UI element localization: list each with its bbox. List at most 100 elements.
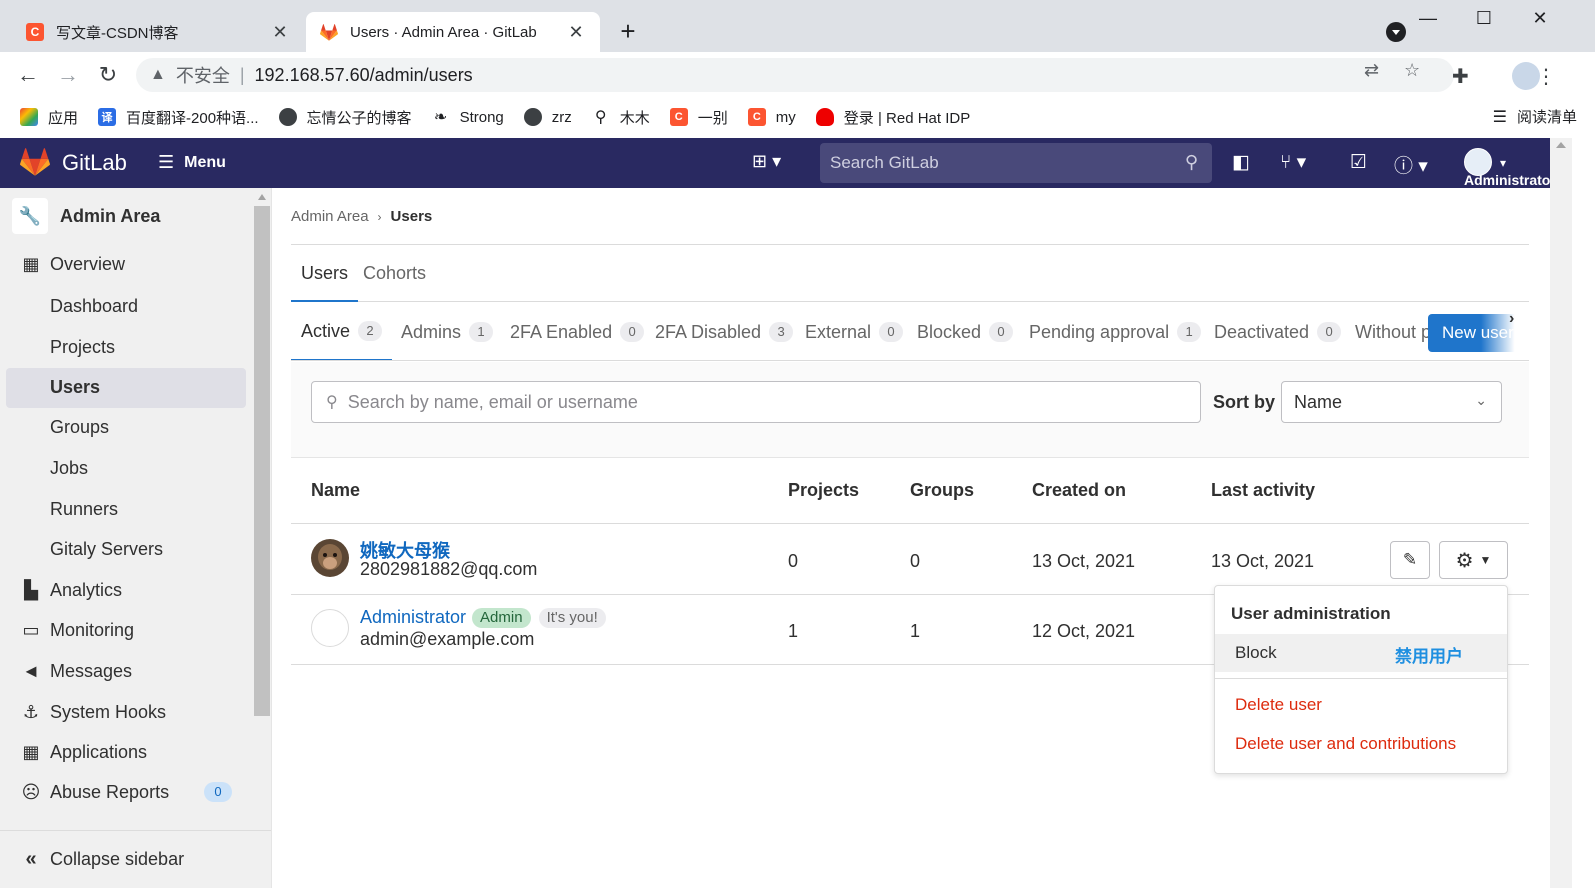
filter-tab-pending-approval[interactable]: Pending approval 1	[1029, 303, 1202, 360]
avatar	[311, 539, 349, 577]
scroll-right-chevron-icon[interactable]: ›	[1509, 310, 1514, 328]
bookmark-item[interactable]: 译 百度翻译-200种语...	[98, 107, 259, 128]
applications-icon: ▦	[22, 742, 40, 762]
sidebar-item-projects[interactable]: Projects	[50, 337, 115, 358]
user-settings-dropdown-button[interactable]: ⚙ ▼	[1439, 541, 1508, 579]
page-scrollbar[interactable]	[1550, 138, 1572, 888]
sidebar-item-abuse-reports[interactable]: ☹ Abuse Reports	[20, 782, 169, 803]
merge-requests-icon[interactable]: ⑂ ▾	[1280, 151, 1306, 174]
block-user-item[interactable]: Block	[1215, 634, 1507, 672]
gitlab-logo-icon[interactable]	[20, 148, 50, 176]
hook-icon: ⚓	[22, 702, 40, 722]
todos-icon[interactable]: ☑	[1350, 151, 1367, 174]
bookmark-item[interactable]: 应用	[20, 107, 78, 128]
more-menu-icon[interactable]: ⋮	[1536, 64, 1556, 89]
close-tab-icon[interactable]: ✕	[566, 22, 586, 43]
user-name-link[interactable]: Administrator Admin It's you!	[360, 607, 606, 628]
reload-icon[interactable]: ↻	[94, 62, 122, 88]
delete-user-contributions-item[interactable]: Delete user and contributions	[1215, 725, 1507, 763]
bookmark-item[interactable]: C 一别	[669, 107, 728, 128]
bookmark-item[interactable]: zrz	[523, 108, 572, 126]
bookmark-item[interactable]: 登录 | Red Hat IDP	[815, 107, 970, 128]
translate-icon[interactable]: ⇄	[1364, 60, 1379, 81]
menu-button[interactable]: ☰ Menu	[158, 152, 226, 173]
sidebar-item-runners[interactable]: Runners	[50, 499, 118, 520]
sidebar-item-groups[interactable]: Groups	[50, 417, 109, 438]
reading-list[interactable]: ☰ 阅读清单	[1493, 106, 1577, 127]
filter-tab-active[interactable]: Active 2	[291, 303, 393, 360]
sidebar-item-gitaly-servers[interactable]: Gitaly Servers	[50, 539, 163, 560]
collapse-sidebar-button[interactable]: « Collapse sidebar	[0, 830, 271, 888]
breadcrumb-current[interactable]: Users	[391, 208, 433, 225]
bookmark-item[interactable]: ⚲ 木木	[592, 107, 650, 128]
browser-tab-csdn[interactable]: C 写文章-CSDN博客 ✕	[12, 12, 304, 52]
gitlab-navbar: GitLab ☰ Menu ⊞ ▾ Search GitLab ⚲ ◧ ⑂ ▾ …	[0, 138, 1572, 188]
sort-by-select[interactable]: Name ⌄	[1281, 381, 1502, 423]
sidebar-item-users[interactable]: Users	[50, 377, 100, 398]
close-window-icon[interactable]: ✕	[1520, 8, 1560, 29]
gitlab-brand[interactable]: GitLab	[62, 150, 127, 176]
sidebar-scroll-thumb[interactable]	[254, 206, 270, 716]
sidebar-active-highlight	[6, 368, 246, 408]
filter-tab-admins[interactable]: Admins 1	[401, 303, 494, 360]
forward-icon[interactable]: →	[54, 62, 82, 88]
edit-user-button[interactable]: ✎	[1390, 541, 1430, 579]
help-icon[interactable]: ⓘ ▾	[1394, 151, 1428, 178]
close-tab-icon[interactable]: ✕	[270, 22, 290, 43]
filter-tab-blocked[interactable]: Blocked 0	[917, 303, 1014, 360]
bookmark-star-icon[interactable]: ☆	[1404, 60, 1420, 81]
address-bar[interactable]: ▲ 不安全 | 192.168.57.60/admin/users	[136, 58, 1454, 92]
chevron-down-icon[interactable]: ▾	[1500, 156, 1506, 170]
delete-user-item[interactable]: Delete user	[1215, 686, 1507, 724]
extensions-icon[interactable]: ✚	[1452, 64, 1469, 89]
maximize-icon[interactable]: ☐	[1464, 8, 1504, 29]
sidebar-scrollbar[interactable]	[254, 188, 270, 830]
sidebar-context-header[interactable]: 🔧 Admin Area	[12, 198, 160, 234]
sidebar-item-jobs[interactable]: Jobs	[50, 458, 88, 479]
block-annotation: 禁用用户	[1395, 647, 1463, 666]
monitor-icon: ▭	[22, 620, 40, 640]
sidebar-item-monitoring[interactable]: ▭ Monitoring	[20, 620, 134, 641]
count-badge: 0	[989, 322, 1014, 342]
tab-cohorts[interactable]: Cohorts	[353, 245, 436, 302]
bookmark-item[interactable]: C my	[747, 108, 796, 126]
bookmark-item[interactable]: 忘情公子的博客	[278, 107, 412, 128]
sidebar-item-dashboard[interactable]: Dashboard	[50, 296, 138, 317]
tabs-scroll-fade	[1481, 306, 1529, 352]
filter-tab-deactivated[interactable]: Deactivated 0	[1214, 303, 1342, 360]
sidebar-item-messages[interactable]: ◄ Messages	[20, 661, 132, 682]
filter-tab-2fa-disabled[interactable]: 2FA Disabled 3	[655, 303, 794, 360]
filter-tab-2fa-enabled[interactable]: 2FA Enabled 0	[510, 303, 645, 360]
sidebar-item-applications[interactable]: ▦ Applications	[20, 742, 147, 763]
tab-users[interactable]: Users	[291, 245, 359, 302]
projects-count: 0	[788, 551, 799, 571]
back-icon[interactable]: ←	[14, 62, 42, 88]
sidebar-item-analytics[interactable]: ▙ Analytics	[20, 580, 122, 601]
new-tab-icon[interactable]: +	[614, 16, 642, 46]
top-tabs: Users Cohorts	[291, 245, 1529, 302]
browser-toolbar: ← → ↻ ▲ 不安全 | 192.168.57.60/admin/users …	[0, 52, 1595, 98]
globe-icon	[278, 108, 297, 126]
abuse-icon: ☹	[21, 782, 41, 802]
apps-grid-icon	[20, 108, 38, 126]
sidebar-item-overview[interactable]: ▦ Overview	[20, 254, 125, 275]
header-projects: Projects	[788, 480, 860, 500]
user-search-input[interactable]: ⚲ Search by name, email or username	[311, 381, 1201, 423]
breadcrumb-admin-area[interactable]: Admin Area	[291, 208, 369, 225]
minimize-icon[interactable]: —	[1408, 8, 1448, 29]
issues-icon[interactable]: ◧	[1232, 151, 1250, 174]
dropdown-header: User administration	[1231, 604, 1391, 623]
browser-tab-gitlab[interactable]: Users · Admin Area · GitLab ✕	[306, 12, 600, 52]
collapse-icon: «	[25, 848, 37, 870]
insecure-label: 不安全	[175, 66, 230, 86]
bookmark-item[interactable]: ❧ Strong	[432, 108, 504, 127]
scroll-up-icon[interactable]	[258, 194, 266, 200]
search-gitlab-input[interactable]: Search GitLab ⚲	[820, 143, 1212, 183]
tab-search-icon[interactable]	[1386, 22, 1406, 42]
baidu-translate-icon: 译	[98, 108, 117, 126]
sidebar-item-system-hooks[interactable]: ⚓ System Hooks	[20, 702, 166, 723]
its-you-badge: It's you!	[538, 607, 606, 628]
filter-tab-external[interactable]: External 0	[805, 303, 904, 360]
scroll-up-icon[interactable]	[1556, 142, 1566, 148]
new-dropdown-icon[interactable]: ⊞ ▾	[752, 151, 781, 172]
